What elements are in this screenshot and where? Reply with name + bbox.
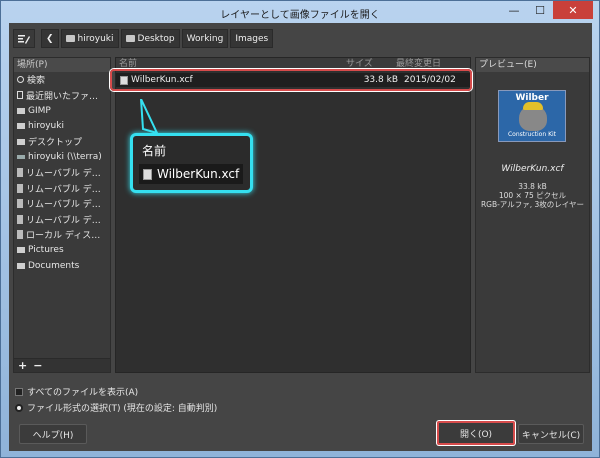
place-removable-3[interactable]: リムーバブル デ… <box>14 196 110 212</box>
places-footer: + − <box>14 358 110 372</box>
title-bar[interactable]: レイヤーとして画像ファイルを開く — ☐ ✕ <box>1 1 599 23</box>
dialog-window: レイヤーとして画像ファイルを開く — ☐ ✕ ❮ hiroyuki Deskto… <box>0 0 600 458</box>
file-list: 名前 サイズ 最終変更日 WilberKun.xcf 33.8 kB 2015/… <box>115 57 471 373</box>
place-local-disk[interactable]: ローカル ディス… <box>14 227 110 243</box>
preview-header[interactable]: プレビュー(E) <box>476 58 589 72</box>
drive-icon <box>17 230 23 240</box>
place-pictures[interactable]: Pictures <box>14 243 110 259</box>
preview-filename: WilberKun.xcf <box>501 164 564 174</box>
preview-info: 33.8 kB 100 × 75 ピクセル RGB-アルファ, 3枚のレイヤー <box>480 182 585 209</box>
close-button[interactable]: ✕ <box>553 1 593 19</box>
crumb-working[interactable]: Working <box>181 29 229 48</box>
edit-location-icon <box>18 34 30 44</box>
places-header: 場所(P) <box>14 58 110 72</box>
callout-pointer-icon <box>140 99 159 135</box>
crumb-hiroyuki[interactable]: hiroyuki <box>60 29 119 48</box>
place-removable-2[interactable]: リムーバブル デ… <box>14 181 110 197</box>
type-location-button[interactable] <box>13 29 35 48</box>
chevron-left-icon: ❮ <box>46 33 54 44</box>
folder-icon <box>125 35 135 42</box>
cancel-button[interactable]: キャンセル(C) <box>518 424 584 444</box>
expander-icon <box>15 403 23 412</box>
add-bookmark-button[interactable]: + <box>18 359 27 372</box>
help-button[interactable]: ヘルプ(H) <box>19 424 87 444</box>
drive-icon <box>17 214 23 224</box>
place-hiroyuki[interactable]: hiroyuki <box>14 119 110 135</box>
file-list-header: 名前 サイズ 最終変更日 <box>116 58 470 70</box>
folder-icon <box>17 107 25 114</box>
show-all-checkbox[interactable] <box>15 387 23 396</box>
preview-thumbnail: Wilber Construction Kit <box>498 90 566 142</box>
preview-panel: プレビュー(E) Wilber Construction Kit WilberK… <box>475 57 590 373</box>
folder-icon <box>17 262 25 269</box>
place-recent[interactable]: 最近開いたファ… <box>14 88 110 104</box>
drive-icon <box>17 168 23 178</box>
remove-bookmark-button[interactable]: − <box>33 359 42 372</box>
drive-icon <box>17 199 23 209</box>
search-icon <box>17 76 24 84</box>
place-documents[interactable]: Documents <box>14 258 110 274</box>
show-all-files-option[interactable]: すべてのファイルを表示(A) <box>15 385 138 398</box>
hard-hat-icon <box>523 102 543 110</box>
place-gimp[interactable]: GIMP <box>14 103 110 119</box>
place-removable-4[interactable]: リムーバブル デ… <box>14 212 110 228</box>
path-back-button[interactable]: ❮ <box>41 29 59 48</box>
path-breadcrumb: ❮ hiroyuki Desktop Working Images <box>41 29 274 48</box>
callout-title: 名前 <box>142 144 167 158</box>
dialog-body: ❮ hiroyuki Desktop Working Images 場所(P) … <box>9 23 592 451</box>
crumb-images[interactable]: Images <box>230 29 274 48</box>
xcf-file-icon <box>143 168 152 180</box>
file-row[interactable]: WilberKun.xcf 33.8 kB 2015/02/02 <box>116 73 470 87</box>
place-network-drive[interactable]: hiroyuki (\\terra) <box>14 150 110 166</box>
places-panel: 場所(P) 検索 最近開いたファ… GIMP hiroyuki デスクトップ h… <box>13 57 111 373</box>
column-modified[interactable]: 最終変更日 <box>396 58 470 70</box>
crumb-desktop[interactable]: Desktop <box>120 29 180 48</box>
column-name[interactable]: 名前 <box>116 58 346 70</box>
recent-icon <box>17 91 23 100</box>
network-drive-icon <box>17 155 25 160</box>
column-size[interactable]: サイズ <box>346 58 396 70</box>
folder-icon <box>17 138 25 145</box>
drive-icon <box>17 183 23 193</box>
callout-file: WilberKun.xcf <box>139 164 243 184</box>
open-button[interactable]: 開く(O) <box>437 421 515 445</box>
place-search[interactable]: 検索 <box>14 72 110 88</box>
minimize-button[interactable]: — <box>501 1 527 19</box>
maximize-button[interactable]: ☐ <box>527 1 553 19</box>
folder-icon <box>17 247 25 254</box>
xcf-file-icon <box>120 75 128 85</box>
folder-icon <box>17 123 25 130</box>
folder-icon <box>65 35 75 42</box>
zoom-callout: 名前 WilberKun.xcf <box>130 133 253 193</box>
place-desktop[interactable]: デスクトップ <box>14 134 110 150</box>
place-removable-1[interactable]: リムーバブル デ… <box>14 165 110 181</box>
file-type-expander[interactable]: ファイル形式の選択(T) (現在の設定: 自動判別) <box>15 401 217 414</box>
